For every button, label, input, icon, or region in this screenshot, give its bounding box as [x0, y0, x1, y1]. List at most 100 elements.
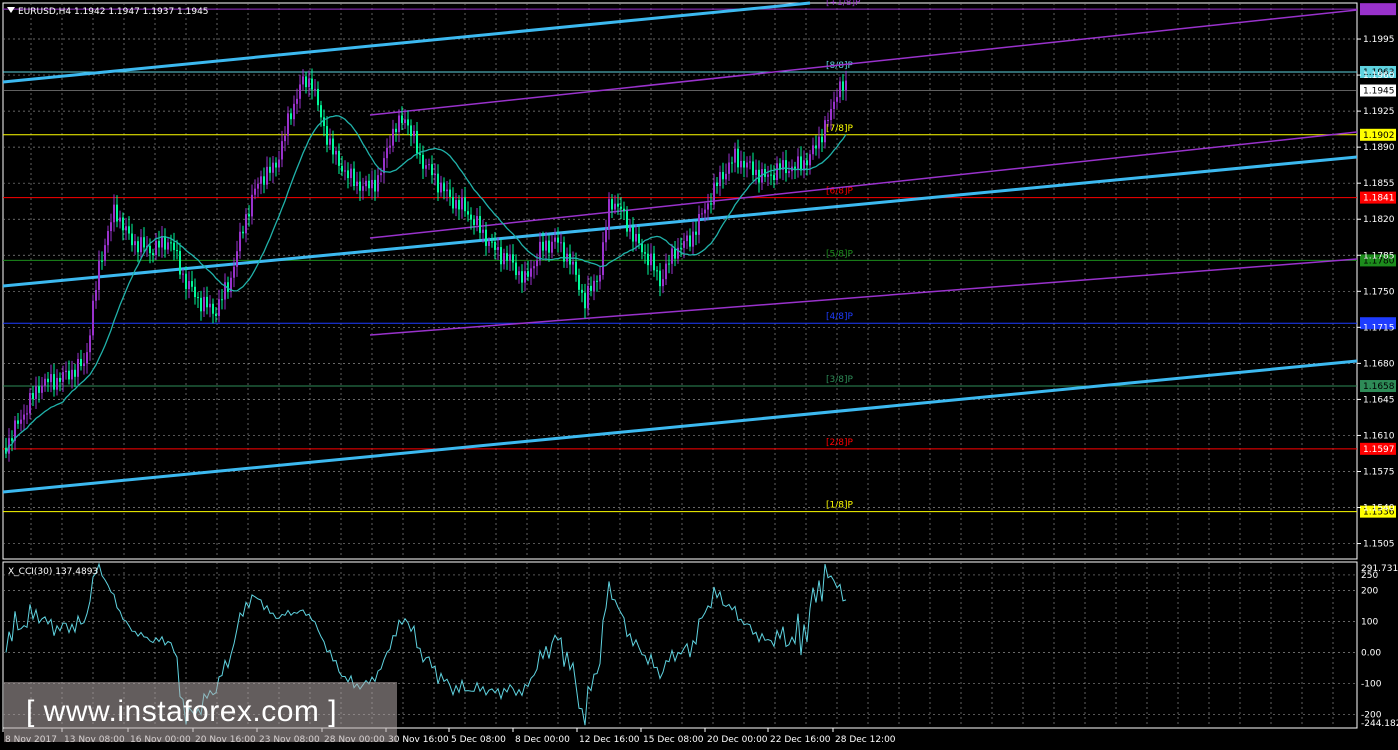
time-label: 30 Nov 16:00	[388, 735, 449, 745]
candle-body	[137, 241, 139, 253]
candle-body	[11, 438, 13, 441]
price-tick-label: 1.1960	[1363, 71, 1395, 81]
candle-body	[170, 242, 172, 244]
candle-body	[839, 81, 841, 98]
candle-body	[560, 242, 562, 244]
price-tag-label: 1.1597	[1363, 445, 1395, 455]
candle-body	[293, 103, 295, 120]
candle-body	[644, 252, 646, 254]
candle-body	[119, 217, 121, 222]
candle-body	[20, 419, 22, 424]
candle-body	[443, 182, 445, 192]
candle-body	[200, 297, 202, 312]
candle-body	[44, 378, 46, 386]
candle-body	[245, 214, 247, 234]
candle-body	[683, 241, 685, 248]
candle-body	[257, 183, 259, 189]
candle-body	[77, 358, 79, 377]
candle-body	[476, 216, 478, 225]
candle-body	[71, 369, 73, 380]
candle-body	[785, 160, 787, 174]
time-label: 12 Dec 16:00	[579, 735, 640, 745]
candle-body	[188, 281, 190, 290]
candle-body	[344, 170, 346, 172]
candle-body	[491, 241, 493, 243]
candle-body	[629, 227, 631, 232]
candle-body	[611, 199, 613, 210]
candle-body	[68, 370, 70, 380]
candle-body	[701, 213, 703, 215]
candle-body	[620, 206, 622, 209]
indicator-label: X_CCI(30) 137.4893	[8, 567, 98, 577]
candle-body	[206, 296, 208, 308]
candle-body	[641, 243, 643, 253]
candle-body	[563, 242, 565, 262]
candle-body	[272, 162, 274, 173]
candle-body	[557, 237, 559, 243]
candle-body	[488, 241, 490, 246]
candle-body	[635, 233, 637, 242]
candle-body	[392, 128, 394, 146]
candle-body	[242, 231, 244, 234]
cci-tick-label: 0.00	[1361, 648, 1381, 658]
candle-body	[584, 292, 586, 309]
trading-chart[interactable]: [+1/8]P1.2024[8/8]P1.1963[7/8]P1.1902[6/…	[0, 0, 1398, 750]
candle-body	[209, 303, 211, 308]
candle-body	[308, 78, 310, 88]
cci-tick-label: 200	[1361, 586, 1378, 596]
candle-body	[731, 162, 733, 164]
candle-body	[767, 174, 769, 177]
candle-body	[62, 372, 64, 382]
candle-body	[221, 299, 223, 301]
candle-body	[596, 280, 598, 282]
candle-body	[446, 189, 448, 192]
candle-body	[653, 253, 655, 271]
price-tick-label: 1.1680	[1363, 359, 1395, 369]
candle-body	[251, 194, 253, 217]
candle-body	[524, 271, 526, 283]
candle-body	[185, 273, 187, 290]
candle-body	[350, 168, 352, 179]
candle-body	[203, 296, 205, 312]
symbol-info: EURUSD,H4 1.1942 1.1947 1.1937 1.1945	[18, 7, 209, 17]
candle-body	[824, 120, 826, 143]
candle-body	[743, 160, 745, 168]
candle-body	[428, 164, 430, 166]
candle-body	[56, 377, 58, 390]
candle-body	[368, 180, 370, 189]
candle-body	[482, 229, 484, 233]
candle-body	[692, 231, 694, 247]
candle-body	[158, 240, 160, 248]
candle-body	[29, 393, 31, 414]
candle-body	[467, 211, 469, 215]
candle-body	[665, 263, 667, 280]
candle-body	[83, 363, 85, 366]
candle-body	[707, 203, 709, 210]
candle-body	[593, 280, 595, 291]
price-tag-label: 1.1658	[1363, 382, 1395, 392]
candle-body	[449, 189, 451, 197]
price-tick-label: 1.1785	[1363, 251, 1395, 261]
candle-body	[740, 160, 742, 168]
candle-body	[473, 219, 475, 225]
candle-body	[818, 136, 820, 149]
murray-level-label: [7/8]P	[826, 124, 854, 134]
candle-body	[347, 170, 349, 179]
candle-body	[737, 148, 739, 168]
candle-body	[587, 285, 589, 309]
candle-body	[287, 113, 289, 136]
candle-body	[92, 300, 94, 336]
murray-level-label: [+1/8]P	[826, 0, 861, 8]
candle-body	[107, 231, 109, 246]
candle-body	[812, 145, 814, 155]
candle-body	[458, 200, 460, 210]
candle-body	[512, 254, 514, 263]
candle-body	[278, 159, 280, 168]
candle-body	[263, 176, 265, 185]
candle-body	[440, 182, 442, 193]
candle-body	[95, 289, 97, 301]
candle-body	[254, 188, 256, 195]
candle-body	[38, 386, 40, 393]
candle-body	[659, 270, 661, 287]
candle-body	[545, 240, 547, 251]
